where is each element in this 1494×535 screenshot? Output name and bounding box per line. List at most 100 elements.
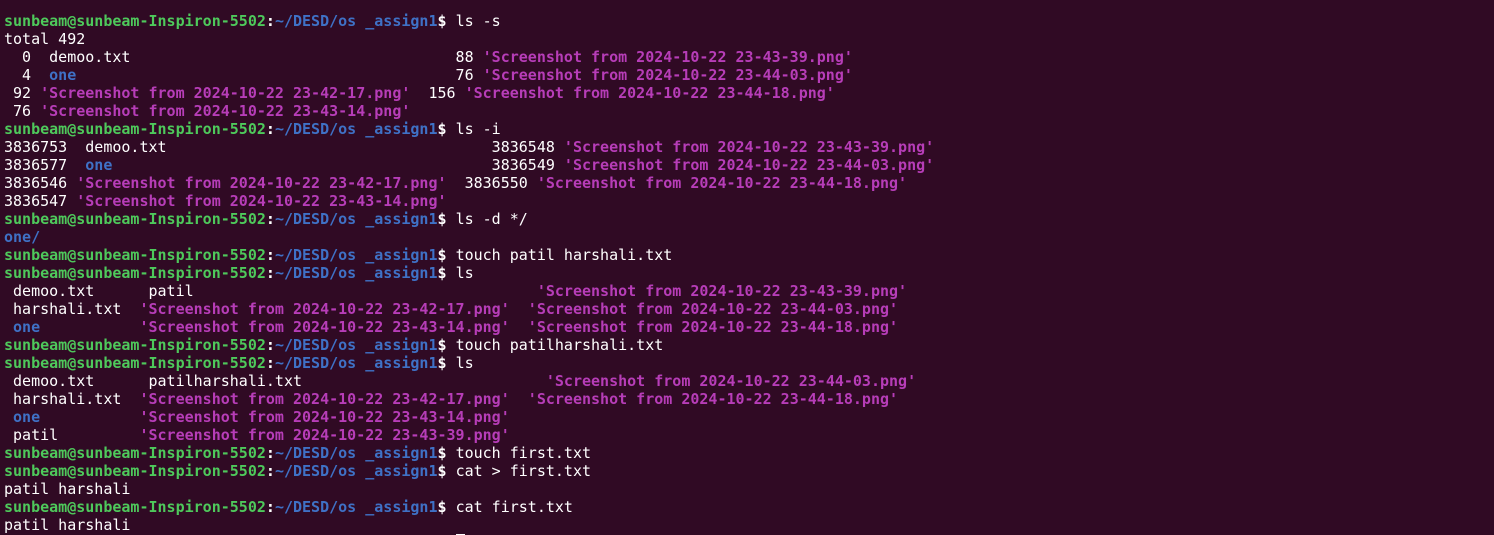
output-text: total 492 [4,30,86,48]
image-file-name: 'Screenshot from 2024-10-22 23-42-17.png… [76,174,447,192]
output-line: 3836546 'Screenshot from 2024-10-22 23-4… [4,174,934,192]
prompt-line: sunbeam@sunbeam-Inspiron-5502:~/DESD/os … [4,210,934,228]
command-text: touch first.txt [455,444,592,462]
output-line: 3836547 'Screenshot from 2024-10-22 23-4… [4,192,934,210]
prompt-path: ~/DESD/os _assign1 [274,498,438,516]
output-line: harshali.txt 'Screenshot from 2024-10-22… [4,390,934,408]
command-text: ls [455,264,474,282]
prompt-colon: : [265,12,275,30]
image-file-name: 'Screenshot from 2024-10-22 23-42-17.png… [139,300,510,318]
terminal-window[interactable]: sunbeam@sunbeam-Inspiron-5502:~/DESD/os … [0,0,1494,535]
prompt-colon: : [265,120,275,138]
prompt-user-host: sunbeam@sunbeam-Inspiron-5502 [4,498,266,516]
prompt-user-host: sunbeam@sunbeam-Inspiron-5502 [4,336,266,354]
prompt-user-host: sunbeam@sunbeam-Inspiron-5502 [4,120,266,138]
prompt-colon: : [265,354,275,372]
output-line: harshali.txt 'Screenshot from 2024-10-22… [4,300,934,318]
prompt-dollar: $ [437,462,456,480]
prompt-line: sunbeam@sunbeam-Inspiron-5502:~/DESD/os … [4,498,934,516]
image-file-name: 'Screenshot from 2024-10-22 23-44-18.png… [527,390,899,408]
command-text: ls [455,354,474,372]
image-file-name: 'Screenshot from 2024-10-22 23-44-18.png… [527,318,899,336]
output-text: harshali.txt [4,390,140,408]
prompt-colon: : [265,210,275,228]
image-file-name: 'Screenshot from 2024-10-22 23-43-14.png… [139,318,510,336]
output-line: one/ [4,228,934,246]
directory-name: one [13,408,41,426]
image-file-name: 'Screenshot from 2024-10-22 23-43-39.png… [482,48,853,66]
output-text: 92 [4,84,41,102]
prompt-line: sunbeam@sunbeam-Inspiron-5502:~/DESD/os … [4,246,934,264]
image-file-name: 'Screenshot from 2024-10-22 23-44-18.png… [464,84,835,102]
output-line: 92 'Screenshot from 2024-10-22 23-42-17.… [4,84,934,102]
prompt-path: ~/DESD/os _assign1 [274,336,438,354]
image-file-name: 'Screenshot from 2024-10-22 23-43-39.png… [563,138,935,156]
output-text: demoo.txt patilharshali.txt [4,372,546,390]
command-text: touch patil harshali.txt [455,246,673,264]
output-line: one 'Screenshot from 2024-10-22 23-43-14… [4,318,934,336]
command-text: cat > first.txt [455,462,592,480]
prompt-colon: : [265,444,275,462]
output-text: 4 [4,66,50,84]
output-text: 76 [4,102,41,120]
prompt-colon: : [265,498,275,516]
output-text: 156 [410,84,465,102]
prompt-dollar: $ [437,264,456,282]
prompt-path: ~/DESD/os _assign1 [274,354,438,372]
image-file-name: 'Screenshot from 2024-10-22 23-43-14.png… [76,192,447,210]
prompt-dollar: $ [437,12,456,30]
output-line: total 492 [4,30,934,48]
output-text: 3836577 [4,156,86,174]
terminal-output: sunbeam@sunbeam-Inspiron-5502:~/DESD/os … [4,0,934,535]
image-file-name: 'Screenshot from 2024-10-22 23-44-03.png… [545,372,917,390]
output-line: 4 one 76 'Screenshot from 2024-10-22 23-… [4,66,934,84]
output-line: 0 demoo.txt 88 'Screenshot from 2024-10-… [4,48,934,66]
prompt-path: ~/DESD/os _assign1 [274,444,438,462]
directory-name: one [13,318,41,336]
image-file-name: 'Screenshot from 2024-10-22 23-43-14.png… [40,102,411,120]
output-line: 3836577 one 3836549 'Screenshot from 202… [4,156,934,174]
output-line: demoo.txt patil 'Screenshot from 2024-10… [4,282,934,300]
image-file-name: 'Screenshot from 2024-10-22 23-43-14.png… [139,408,510,426]
output-text: 3836549 [112,156,564,174]
command-text: ls -s [455,12,501,30]
output-text: patil harshali [4,516,131,534]
prompt-colon: : [265,246,275,264]
prompt-line: sunbeam@sunbeam-Inspiron-5502:~/DESD/os … [4,444,934,462]
prompt-path: ~/DESD/os _assign1 [274,246,438,264]
prompt-user-host: sunbeam@sunbeam-Inspiron-5502 [4,12,266,30]
prompt-colon: : [265,336,275,354]
image-file-name: 'Screenshot from 2024-10-22 23-42-17.png… [139,390,510,408]
image-file-name: 'Screenshot from 2024-10-22 23-44-03.png… [527,300,899,318]
output-text: demoo.txt patil [4,282,537,300]
output-line: patil harshali [4,516,934,534]
output-line: patil 'Screenshot from 2024-10-22 23-43-… [4,426,934,444]
image-file-name: 'Screenshot from 2024-10-22 23-44-18.png… [536,174,908,192]
prompt-user-host: sunbeam@sunbeam-Inspiron-5502 [4,264,266,282]
image-file-name: 'Screenshot from 2024-10-22 23-43-39.png… [536,282,908,300]
output-text: 3836547 [4,192,77,210]
prompt-line: sunbeam@sunbeam-Inspiron-5502:~/DESD/os … [4,354,934,372]
output-text: 0 demoo.txt 88 [4,48,483,66]
command-text: touch patilharshali.txt [455,336,664,354]
prompt-dollar: $ [437,120,456,138]
directory-name: one [85,156,113,174]
output-text: 3836550 [446,174,537,192]
output-text: harshali.txt [4,300,140,318]
prompt-dollar: $ [437,336,456,354]
prompt-line: sunbeam@sunbeam-Inspiron-5502:~/DESD/os … [4,12,934,30]
prompt-colon: : [265,264,275,282]
prompt-path: ~/DESD/os _assign1 [274,12,438,30]
directory-name: one [49,66,77,84]
prompt-user-host: sunbeam@sunbeam-Inspiron-5502 [4,354,266,372]
prompt-path: ~/DESD/os _assign1 [274,210,438,228]
output-line: patil harshali [4,480,934,498]
